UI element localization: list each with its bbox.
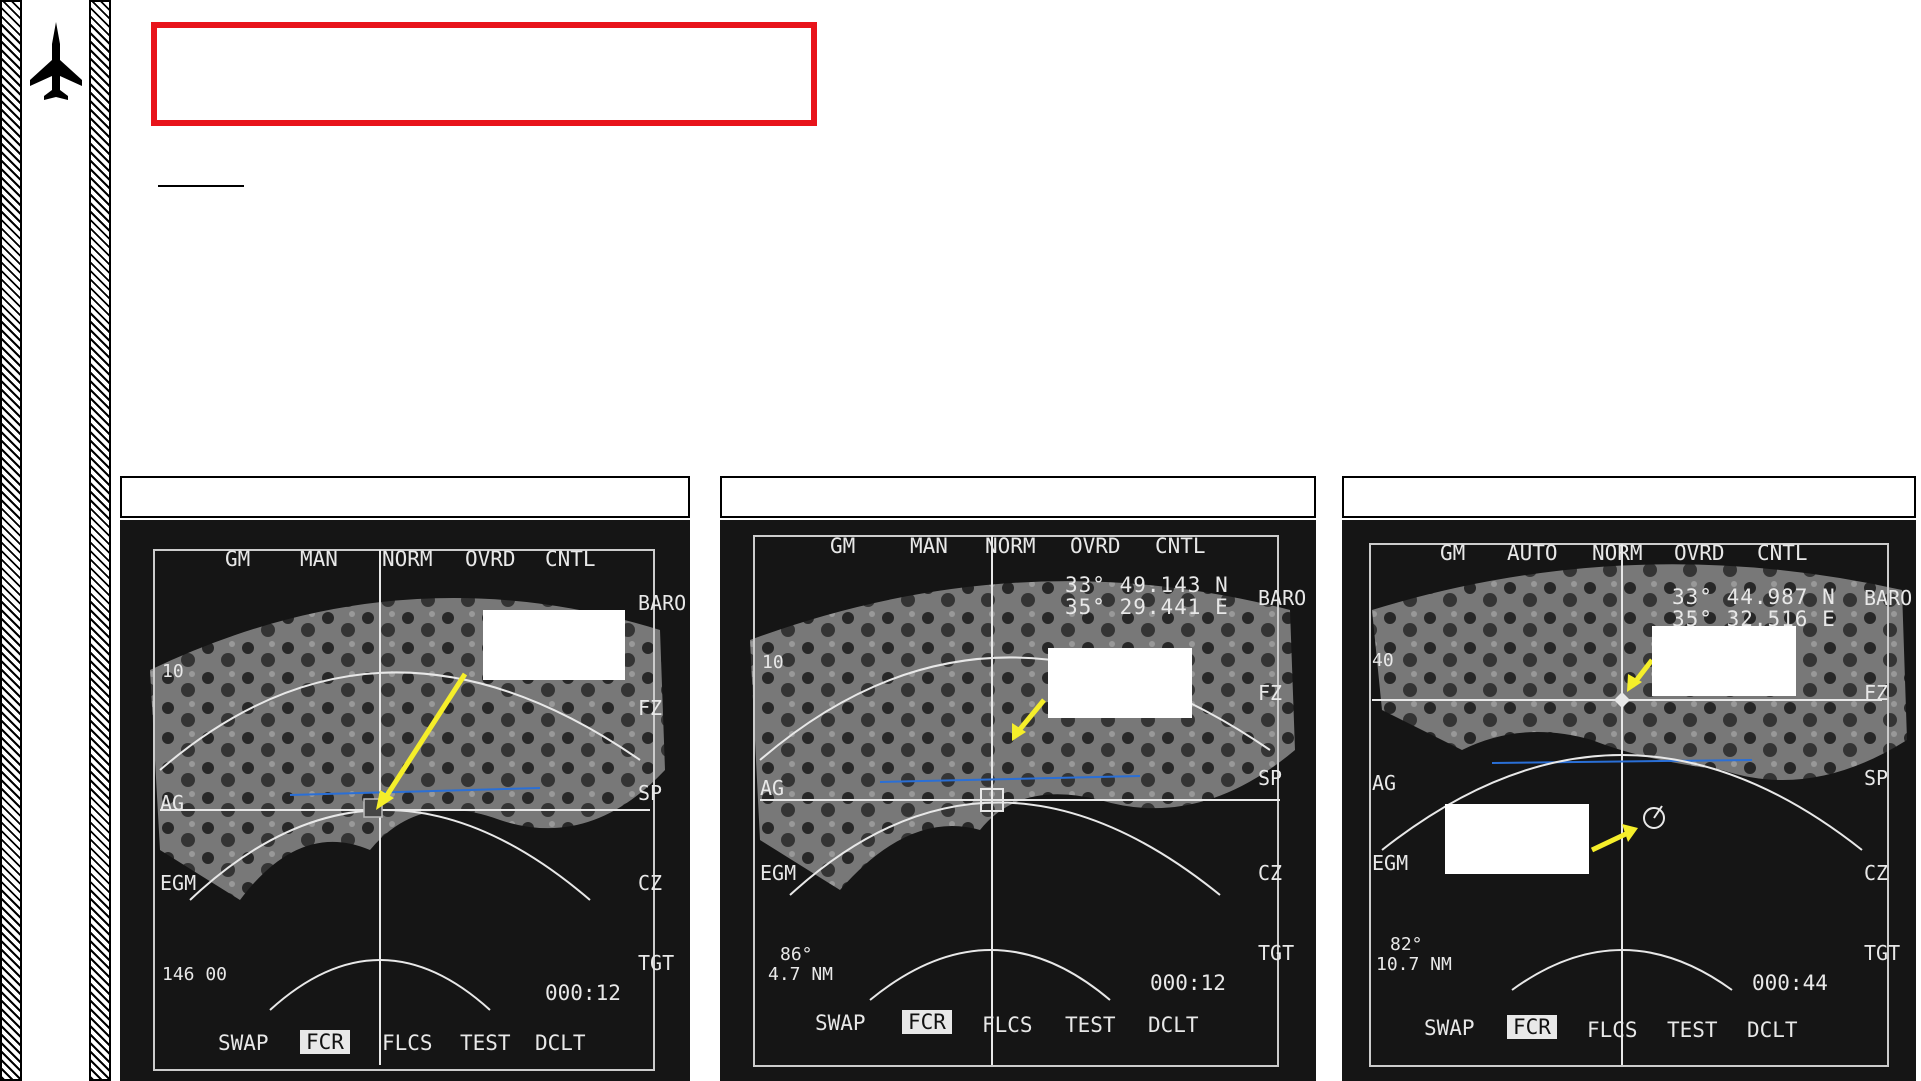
osb-bottom-4: TEST xyxy=(1667,1018,1718,1042)
timer-readout: 000:12 xyxy=(1150,971,1226,995)
osb-top-1: GM xyxy=(1440,541,1465,565)
latitude-readout: 33° 44.987 N xyxy=(1672,585,1836,609)
radar-mfd-display: GM AUTO NORM OVRD CNTL 33° 44.987 N 35° … xyxy=(1342,520,1916,1081)
radar-mfd-display: GM MAN NORM OVRD CNTL 33° 49.143 N 35° 2… xyxy=(720,520,1316,1081)
osb-right-4: CZ xyxy=(638,871,662,895)
left-hatched-rail xyxy=(0,0,22,1081)
osb-right-5: TGT xyxy=(638,951,674,975)
osb-right-1: BARO xyxy=(1864,586,1912,610)
osb-bottom-1: SWAP xyxy=(1424,1016,1475,1040)
osb-top-5: CNTL xyxy=(1155,534,1206,558)
right-hatched-rail xyxy=(89,0,111,1081)
osb-top-4: OVRD xyxy=(465,547,516,571)
osb-bottom-2: FCR xyxy=(306,1030,344,1054)
osb-right-1: BARO xyxy=(638,591,686,615)
section-underline xyxy=(158,185,244,187)
osb-top-5: CNTL xyxy=(1757,541,1808,565)
osb-bottom-3: FLCS xyxy=(1587,1018,1638,1042)
fighter-jet-icon xyxy=(30,22,82,100)
timer-readout: 000:12 xyxy=(545,981,621,1005)
osb-right-4: CZ xyxy=(1864,861,1888,885)
callout-box xyxy=(1048,648,1192,718)
osb-bottom-5: DCLT xyxy=(1148,1013,1199,1037)
osb-bottom-5: DCLT xyxy=(535,1031,586,1055)
range-nm-readout: 10.7 NM xyxy=(1376,954,1452,975)
panel-header xyxy=(120,476,690,518)
osb-top-3: NORM xyxy=(1592,541,1643,565)
osb-right-5: TGT xyxy=(1258,941,1294,965)
bearing-readout: 86° xyxy=(780,944,813,965)
osb-right-3: SP xyxy=(1258,766,1282,790)
osb-bottom-3: FLCS xyxy=(382,1031,433,1055)
osb-top-2: MAN xyxy=(910,534,948,558)
title-box xyxy=(151,22,817,126)
osb-top-5: CNTL xyxy=(545,547,596,571)
osb-right-4: CZ xyxy=(1258,861,1282,885)
osb-bottom-5: DCLT xyxy=(1747,1018,1798,1042)
osb-bottom-3: FLCS xyxy=(982,1013,1033,1037)
callout-box-upper xyxy=(1652,626,1796,696)
osb-top-1: GM xyxy=(830,534,855,558)
osb-top-4: OVRD xyxy=(1674,541,1725,565)
timer-readout: 000:44 xyxy=(1752,971,1828,995)
osb-top-2: MAN xyxy=(300,547,338,571)
osb-bottom-2: FCR xyxy=(1513,1015,1551,1039)
range-nm-readout: 4.7 NM xyxy=(768,964,833,985)
osb-bottom-4: TEST xyxy=(460,1031,511,1055)
panel-header xyxy=(1342,476,1916,518)
range-readout: 40 xyxy=(1372,650,1394,671)
osb-left-1: AG xyxy=(160,791,184,815)
osb-top-3: NORM xyxy=(382,547,433,571)
bearing-readout: 146 00 xyxy=(162,964,227,985)
range-readout: 10 xyxy=(762,652,784,673)
osb-right-5: TGT xyxy=(1864,941,1900,965)
osb-bottom-2: FCR xyxy=(908,1010,946,1034)
osb-left-1: AG xyxy=(760,776,784,800)
osb-right-3: SP xyxy=(638,781,662,805)
osb-bottom-1: SWAP xyxy=(218,1031,269,1055)
osb-right-1: BARO xyxy=(1258,586,1306,610)
longitude-readout: 35° 32.516 E xyxy=(1672,607,1836,631)
range-readout: 10 xyxy=(162,661,184,682)
osb-top-3: NORM xyxy=(985,534,1036,558)
longitude-readout: 35° 29.441 E xyxy=(1065,595,1229,619)
osb-bottom-1: SWAP xyxy=(815,1011,866,1035)
osb-top-2: AUTO xyxy=(1507,541,1558,565)
osb-left-2: EGM xyxy=(160,871,196,895)
osb-right-2: FZ xyxy=(1258,681,1282,705)
callout-box xyxy=(483,610,625,680)
osb-top-1: GM xyxy=(225,547,250,571)
latitude-readout: 33° 49.143 N xyxy=(1065,573,1229,597)
osb-right-2: FZ xyxy=(638,696,662,720)
osb-right-2: FZ xyxy=(1864,681,1888,705)
osb-right-3: SP xyxy=(1864,766,1888,790)
radar-mfd-display: GM MAN NORM OVRD CNTL 10 146 00 000:12 S… xyxy=(120,520,690,1081)
panel-header xyxy=(720,476,1316,518)
bearing-readout: 82° xyxy=(1390,934,1423,955)
osb-left-2: EGM xyxy=(760,861,796,885)
callout-box-lower xyxy=(1445,804,1589,874)
osb-top-4: OVRD xyxy=(1070,534,1121,558)
osb-left-2: EGM xyxy=(1372,851,1408,875)
mfd-panel-2: GM MAN NORM OVRD CNTL 33° 49.143 N 35° 2… xyxy=(720,476,1316,1081)
osb-bottom-4: TEST xyxy=(1065,1013,1116,1037)
osb-left-1: AG xyxy=(1372,771,1396,795)
mfd-panel-3: GM AUTO NORM OVRD CNTL 33° 44.987 N 35° … xyxy=(1342,476,1916,1081)
mfd-panel-1: GM MAN NORM OVRD CNTL 10 146 00 000:12 S… xyxy=(120,476,690,1081)
